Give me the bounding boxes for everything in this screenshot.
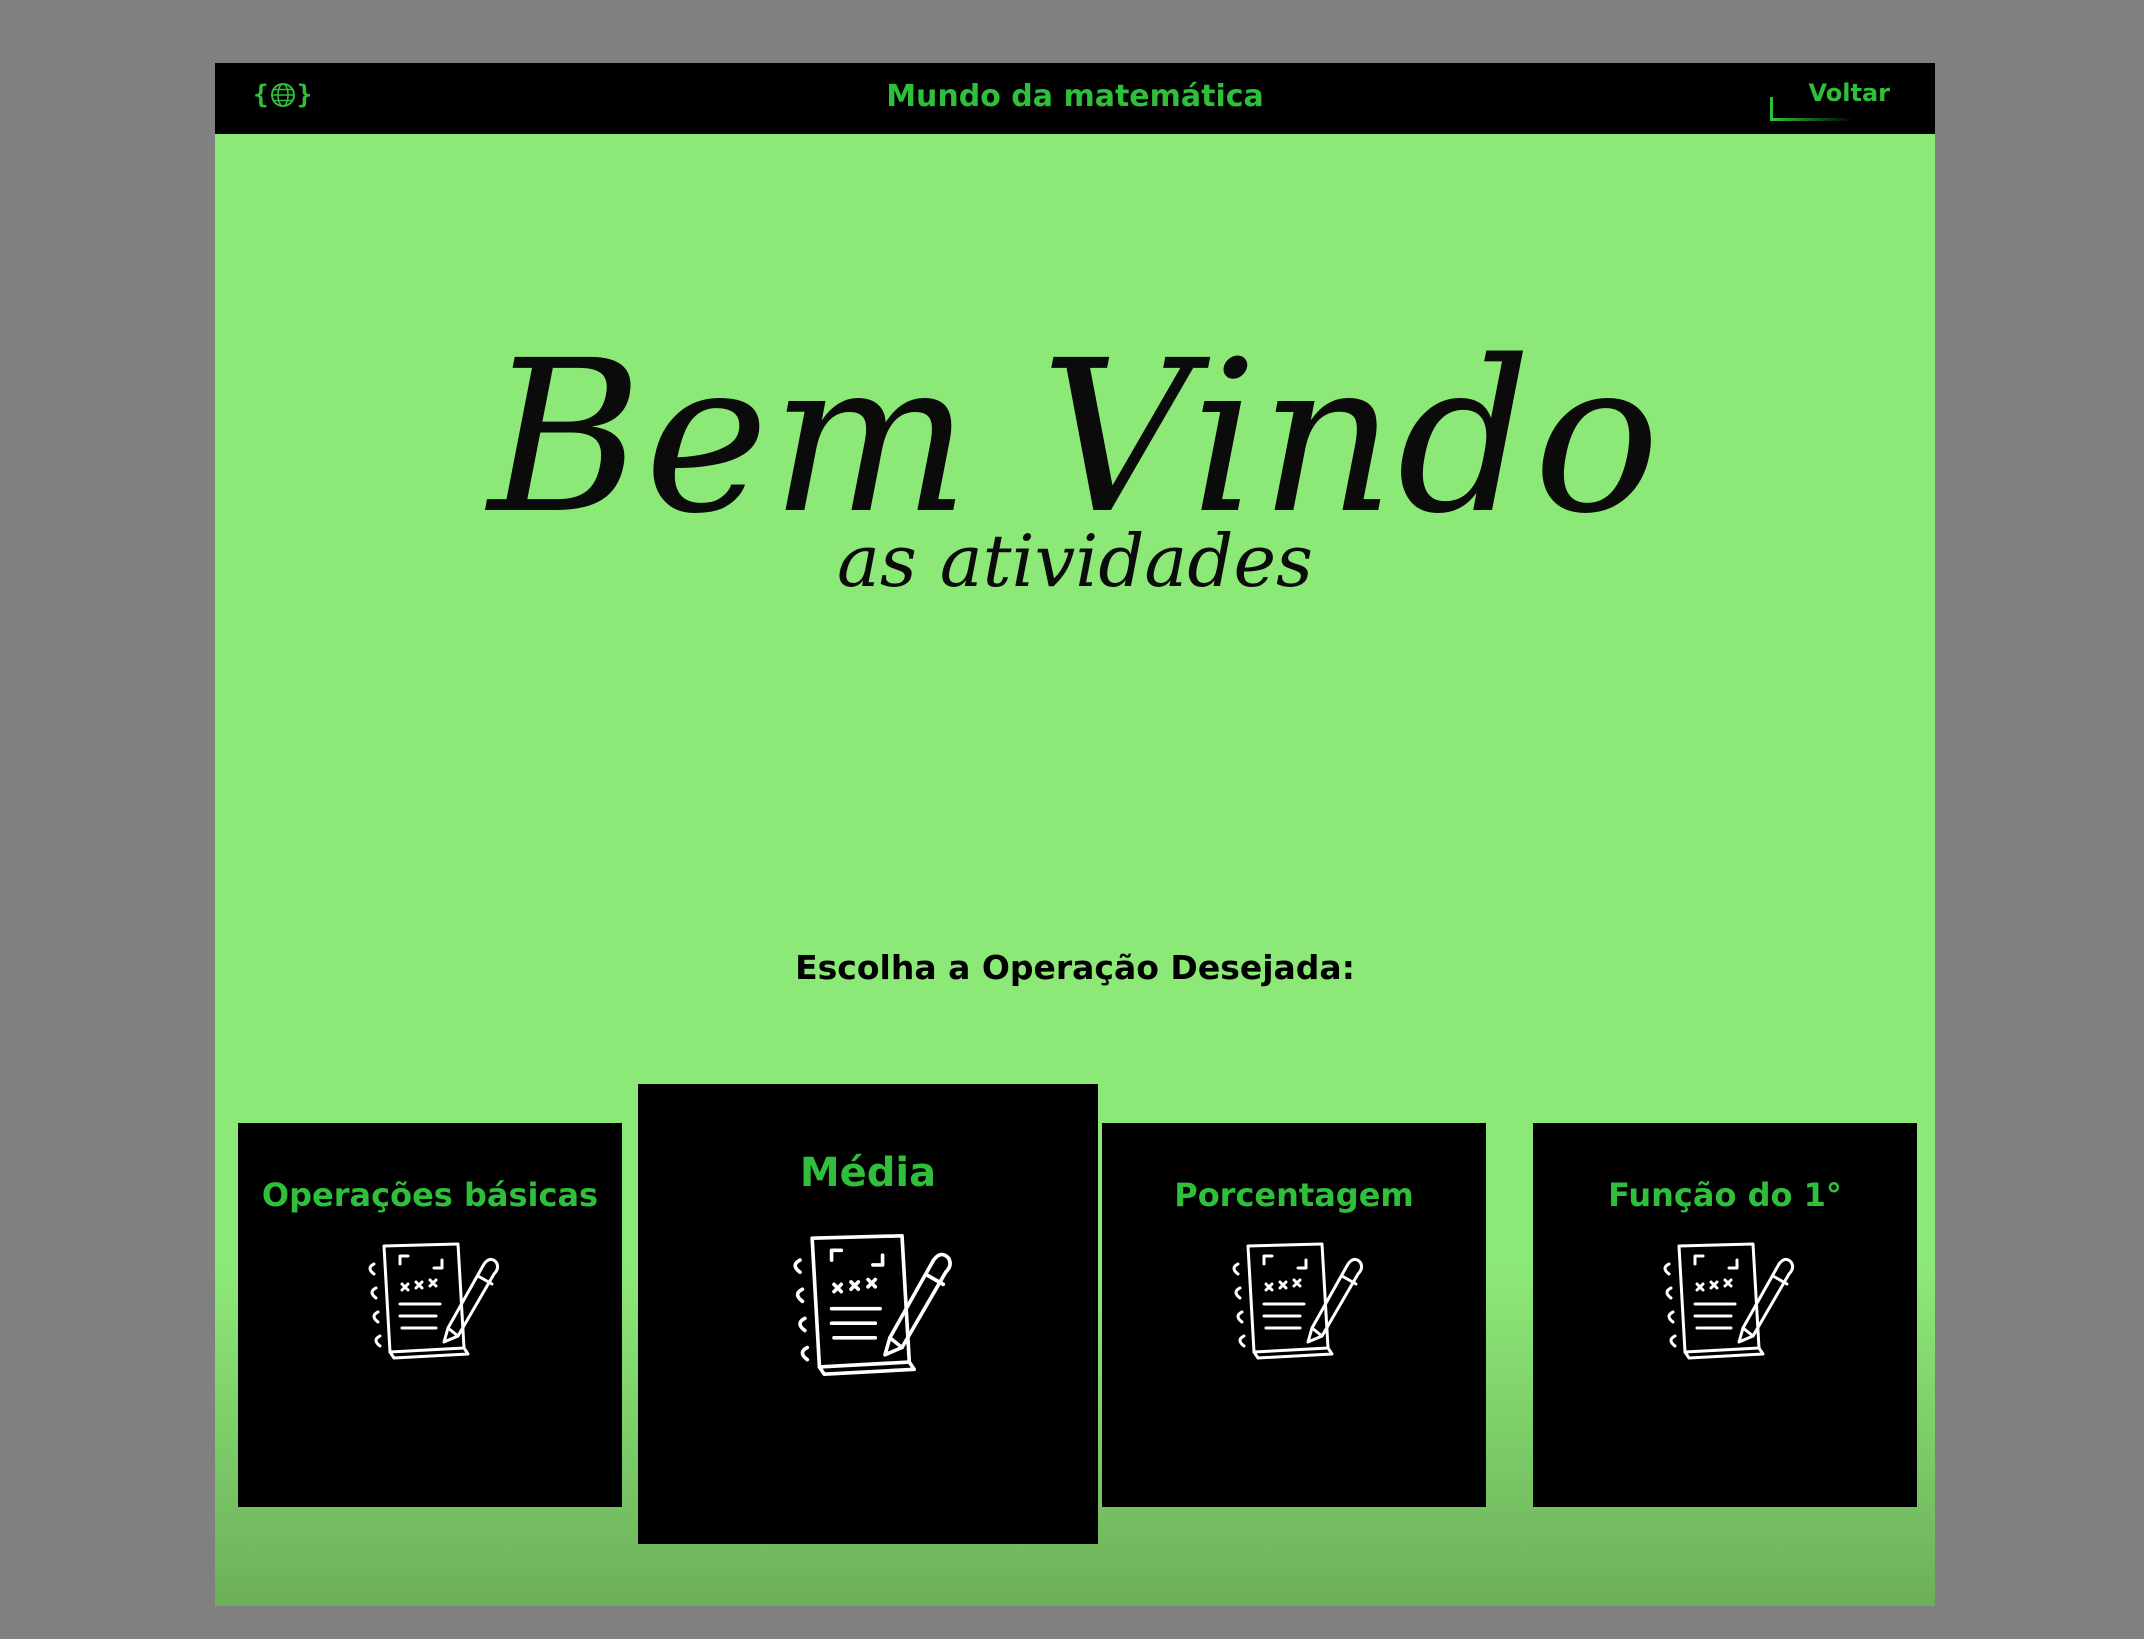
operation-prompt: Escolha a Operação Desejada: <box>795 948 1355 987</box>
card-label: Média <box>799 1150 937 1196</box>
welcome-hero: Bem Vindo as atividades <box>215 315 1935 603</box>
card-funcao-do-1[interactable]: Função do 1° <box>1533 1123 1917 1507</box>
notebook-pencil-icon <box>793 1233 952 1377</box>
app-title: Mundo da matemática <box>886 79 1264 114</box>
card-label: Porcentagem <box>1174 1176 1414 1214</box>
card-porcentagem[interactable]: Porcentagem <box>1102 1123 1486 1507</box>
back-corner-decoration <box>1770 97 1853 121</box>
back-button[interactable]: Voltar <box>1770 79 1890 123</box>
notebook-pencil-icon <box>368 1242 500 1360</box>
top-navbar: { } Mundo da matemática Voltar <box>215 63 1935 134</box>
page: { } Mundo da matemática Voltar Bem Vindo… <box>215 63 1935 1606</box>
notebook-pencil-icon <box>1232 1242 1364 1360</box>
welcome-subtitle: as atividades <box>836 519 1313 603</box>
card-label: Operações básicas <box>261 1176 599 1214</box>
card-operacoes-basicas[interactable]: Operações básicas <box>238 1123 622 1507</box>
notebook-pencil-icon <box>1663 1242 1795 1360</box>
card-media[interactable]: Média <box>638 1084 1098 1544</box>
welcome-title: Bem Vindo <box>488 315 1662 560</box>
card-label: Função do 1° <box>1608 1176 1842 1214</box>
